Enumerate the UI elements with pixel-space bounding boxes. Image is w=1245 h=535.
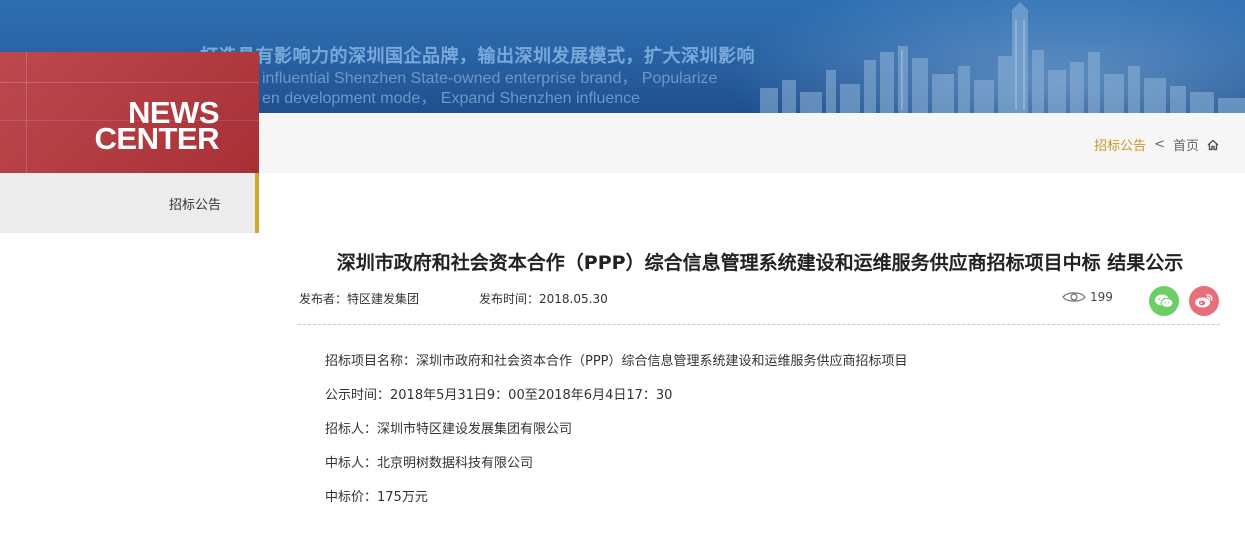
breadcrumb-current[interactable]: 招标公告 bbox=[1094, 135, 1146, 154]
view-count-value: 199 bbox=[1090, 290, 1113, 304]
article-title: 深圳市政府和社会资本合作（PPP）综合信息管理系统建设和运维服务供应商招标项目中… bbox=[336, 252, 1184, 274]
sidebar-item-bidding-notice[interactable]: 招标公告 bbox=[0, 173, 259, 233]
article-line-tenderer: 招标人：深圳市特区建设发展集团有限公司 bbox=[325, 422, 573, 437]
wechat-icon bbox=[1155, 294, 1174, 308]
view-count: 199 bbox=[1062, 290, 1113, 304]
news-center-line2: CENTER bbox=[94, 121, 220, 156]
breadcrumb-home[interactable]: 首页 bbox=[1173, 135, 1199, 154]
wechat-share-button[interactable] bbox=[1149, 286, 1179, 316]
article-publisher: 发布者：特区建发集团 bbox=[299, 292, 420, 306]
article-line-project-name: 招标项目名称：深圳市政府和社会资本合作（PPP）综合信息管理系统建设和运维服务供… bbox=[325, 354, 908, 369]
page: 打造具有影响力的深圳国企品牌，输出深圳发展模式，扩大深圳影响 influenti… bbox=[0, 0, 1245, 535]
meta-divider bbox=[298, 324, 1220, 325]
sidebar-item-label: 招标公告 bbox=[168, 198, 221, 213]
weibo-icon bbox=[1195, 294, 1213, 308]
news-center-title: NEWS CENTER bbox=[94, 97, 220, 156]
article-publish-time: 发布时间：2018.05.30 bbox=[479, 292, 608, 306]
article-line-winning-price: 中标价：175万元 bbox=[325, 490, 428, 505]
eye-icon bbox=[1062, 292, 1086, 302]
breadcrumb-separator: < bbox=[1154, 137, 1165, 152]
city-skyline-graphic bbox=[760, 2, 1245, 113]
weibo-share-button[interactable] bbox=[1189, 286, 1219, 316]
article-line-winning-bidder: 中标人：北京明树数据科技有限公司 bbox=[325, 456, 534, 471]
banner-slogan-en-line2: en development mode， Expand Shenzhen inf… bbox=[262, 90, 641, 107]
article-line-notice-period: 公示时间：2018年5月31日9：00至2018年6月4日17：30 bbox=[325, 388, 673, 403]
home-icon[interactable] bbox=[1207, 139, 1219, 151]
news-center-block: NEWS CENTER bbox=[0, 52, 259, 173]
breadcrumb: 招标公告 < 首页 bbox=[1094, 135, 1219, 154]
